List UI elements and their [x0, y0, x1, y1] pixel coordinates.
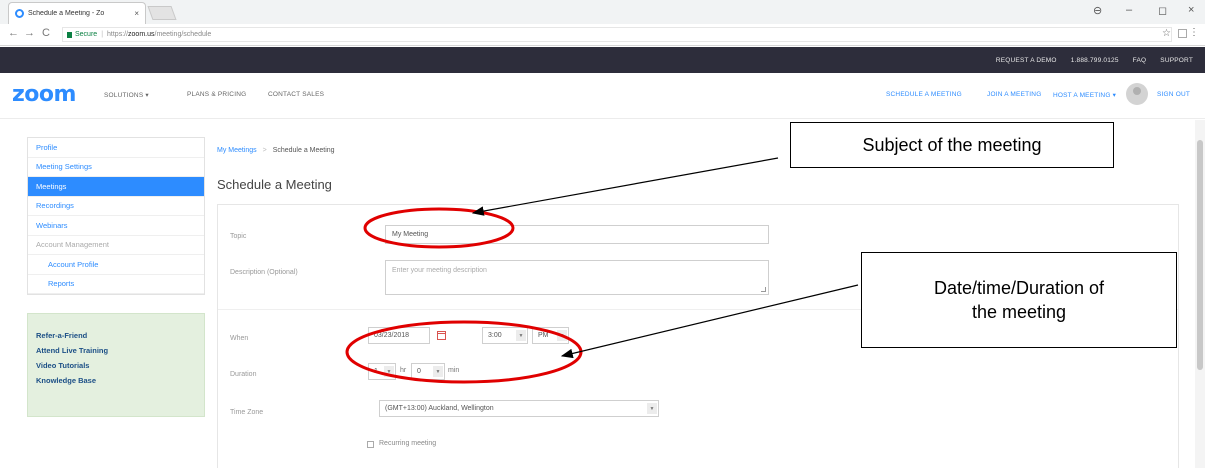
- nav-plans-pricing[interactable]: PLANS & PRICING: [187, 91, 246, 98]
- description-textarea[interactable]: Enter your meeting description: [385, 260, 769, 295]
- chevron-down-icon: ▼: [557, 330, 567, 341]
- resize-grip-icon[interactable]: [761, 287, 766, 292]
- sidebar-item-recordings[interactable]: Recordings: [28, 197, 204, 216]
- minimize-button[interactable]: –: [1126, 4, 1132, 16]
- zoom-logo[interactable]: zoom: [12, 82, 76, 107]
- duration-hours-select[interactable]: 1 ▼: [368, 363, 396, 380]
- page-title: Schedule a Meeting: [217, 177, 332, 192]
- help-panel: Refer-a-Friend Attend Live Training Vide…: [27, 313, 205, 417]
- faq-link[interactable]: FAQ: [1133, 57, 1147, 64]
- ampm-value: PM: [538, 332, 549, 339]
- ampm-select[interactable]: PM ▼: [532, 327, 569, 344]
- url-host: zoom.us: [128, 31, 155, 38]
- breadcrumb: My Meetings > Schedule a Meeting: [217, 147, 335, 154]
- calendar-icon[interactable]: [437, 331, 446, 340]
- restore-button[interactable]: ◻: [1158, 4, 1167, 17]
- account-sidebar: Profile Meeting Settings Meetings Record…: [27, 137, 205, 417]
- duration-label: Duration: [230, 371, 257, 378]
- url-protocol: https://: [107, 31, 129, 38]
- back-arrow-icon[interactable]: ←: [8, 27, 19, 39]
- breadcrumb-current: Schedule a Meeting: [272, 147, 335, 154]
- time-select[interactable]: 3:00 ▼: [482, 327, 528, 344]
- bookmark-star-icon[interactable]: ☆: [1162, 28, 1171, 39]
- chevron-down-icon: ▼: [384, 366, 394, 377]
- lock-icon: [67, 31, 72, 38]
- when-label: When: [230, 335, 249, 342]
- new-tab-button[interactable]: [147, 6, 177, 20]
- nav-join-meeting[interactable]: JOIN A MEETING: [987, 91, 1041, 98]
- chevron-down-icon: ▼: [433, 366, 443, 377]
- duration-hours-value: 1: [374, 368, 378, 375]
- min-label: min: [448, 367, 460, 374]
- main-navigation: zoom SOLUTIONS ▾ PLANS & PRICING CONTACT…: [0, 73, 1205, 119]
- sidebar-item-reports[interactable]: Reports: [28, 275, 204, 294]
- tab-title: Schedule a Meeting - Zo: [28, 10, 105, 17]
- nav-contact-sales[interactable]: CONTACT SALES: [268, 91, 324, 98]
- url-field[interactable]: Secure | https:// zoom.us /meeting/sched…: [62, 27, 1172, 42]
- recurring-label: Recurring meeting: [379, 440, 437, 447]
- breadcrumb-separator: >: [262, 147, 267, 154]
- datetime-callout-line1: Date/time/Duration of: [933, 278, 1105, 298]
- sidebar-section-account-management: Account Management: [28, 236, 204, 255]
- sidebar-menu: Profile Meeting Settings Meetings Record…: [27, 137, 205, 295]
- scrollbar-thumb[interactable]: [1197, 140, 1203, 370]
- video-tutorials-link[interactable]: Video Tutorials: [36, 358, 196, 373]
- secure-label: Secure: [75, 31, 98, 38]
- zoom-favicon-icon: [15, 9, 24, 18]
- account-icon[interactable]: ⊖: [1093, 4, 1102, 17]
- time-zone-label: Time Zone: [230, 409, 264, 416]
- date-input[interactable]: 03/23/2018: [368, 327, 430, 344]
- time-zone-value: (GMT+13:00) Auckland, Wellington: [385, 405, 494, 412]
- url-separator: |: [101, 31, 104, 38]
- nav-schedule-meeting[interactable]: SCHEDULE A MEETING: [886, 91, 962, 98]
- chevron-down-icon: ▼: [516, 330, 526, 341]
- extension-icon[interactable]: [1178, 29, 1187, 38]
- topic-input[interactable]: My Meeting: [385, 225, 769, 244]
- utility-bar: REQUEST A DEMO 1.888.799.0125 FAQ SUPPOR…: [0, 47, 1205, 73]
- url-path: /meeting/schedule: [154, 31, 212, 38]
- time-zone-select[interactable]: (GMT+13:00) Auckland, Wellington ▼: [379, 400, 659, 417]
- attend-live-training-link[interactable]: Attend Live Training: [36, 343, 196, 358]
- utility-links: REQUEST A DEMO 1.888.799.0125 FAQ SUPPOR…: [996, 47, 1193, 73]
- chevron-down-icon: ▼: [647, 403, 657, 414]
- sidebar-item-meeting-settings[interactable]: Meeting Settings: [28, 158, 204, 177]
- sign-out-link[interactable]: SIGN OUT: [1157, 91, 1190, 98]
- hr-label: hr: [400, 367, 407, 374]
- recurring-checkbox[interactable]: [367, 441, 374, 448]
- time-value: 3:00: [488, 332, 502, 339]
- support-link[interactable]: SUPPORT: [1160, 57, 1193, 64]
- phone-number-link[interactable]: 1.888.799.0125: [1071, 57, 1119, 64]
- topic-label: Topic: [230, 233, 247, 240]
- sidebar-item-account-profile[interactable]: Account Profile: [28, 255, 204, 275]
- duration-minutes-select[interactable]: 0 ▼: [411, 363, 445, 380]
- duration-minutes-value: 0: [417, 368, 421, 375]
- subject-callout: Subject of the meeting: [790, 122, 1114, 168]
- description-label: Description (Optional): [230, 269, 298, 276]
- sidebar-item-webinars[interactable]: Webinars: [28, 216, 204, 236]
- request-demo-link[interactable]: REQUEST A DEMO: [996, 57, 1057, 64]
- description-placeholder: Enter your meeting description: [392, 267, 487, 274]
- datetime-callout-line2: the meeting: [971, 302, 1067, 322]
- sidebar-item-profile[interactable]: Profile: [28, 138, 204, 158]
- breadcrumb-my-meetings[interactable]: My Meetings: [217, 147, 257, 154]
- browser-tab[interactable]: Schedule a Meeting - Zo ×: [8, 2, 146, 24]
- browser-tabstrip: Schedule a Meeting - Zo × ⊖ – ◻ ×: [0, 0, 1205, 24]
- browser-menu-icon[interactable]: ⋮: [1189, 27, 1199, 38]
- avatar[interactable]: [1126, 83, 1148, 105]
- tab-close-icon[interactable]: ×: [134, 9, 139, 18]
- datetime-callout: Date/time/Duration of the meeting: [861, 252, 1177, 348]
- sidebar-item-meetings[interactable]: Meetings: [28, 177, 204, 197]
- reload-icon[interactable]: C: [42, 27, 50, 39]
- nav-host-meeting[interactable]: HOST A MEETING ▾: [1053, 91, 1116, 99]
- forward-arrow-icon[interactable]: →: [24, 27, 35, 39]
- nav-solutions[interactable]: SOLUTIONS ▾: [104, 91, 149, 99]
- address-bar: ← → C Secure | https:// zoom.us /meeting…: [0, 24, 1205, 46]
- refer-a-friend-link[interactable]: Refer-a-Friend: [36, 328, 196, 343]
- close-window-button[interactable]: ×: [1188, 4, 1194, 16]
- knowledge-base-link[interactable]: Knowledge Base: [36, 373, 196, 388]
